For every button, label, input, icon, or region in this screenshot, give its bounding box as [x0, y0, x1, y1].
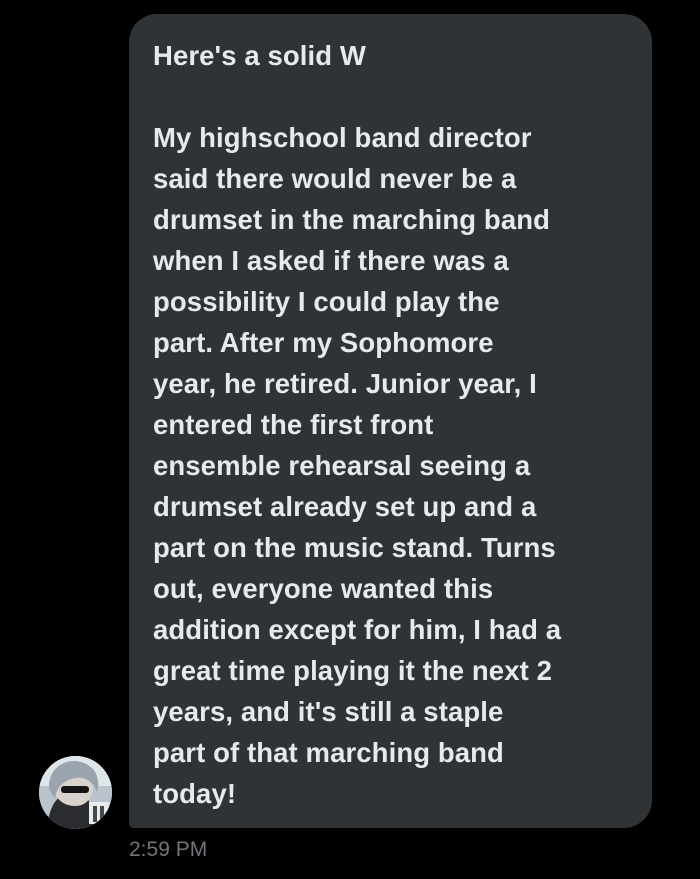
message-bubble[interactable]: Here's a solid W My highschool band dire… [129, 14, 652, 828]
message-timestamp: 2:59 PM [129, 838, 208, 861]
message-text: Here's a solid W My highschool band dire… [153, 40, 562, 809]
avatar-image-icon [39, 756, 112, 829]
sender-avatar[interactable] [39, 756, 112, 829]
received-message: Here's a solid W My highschool band dire… [0, 0, 700, 879]
